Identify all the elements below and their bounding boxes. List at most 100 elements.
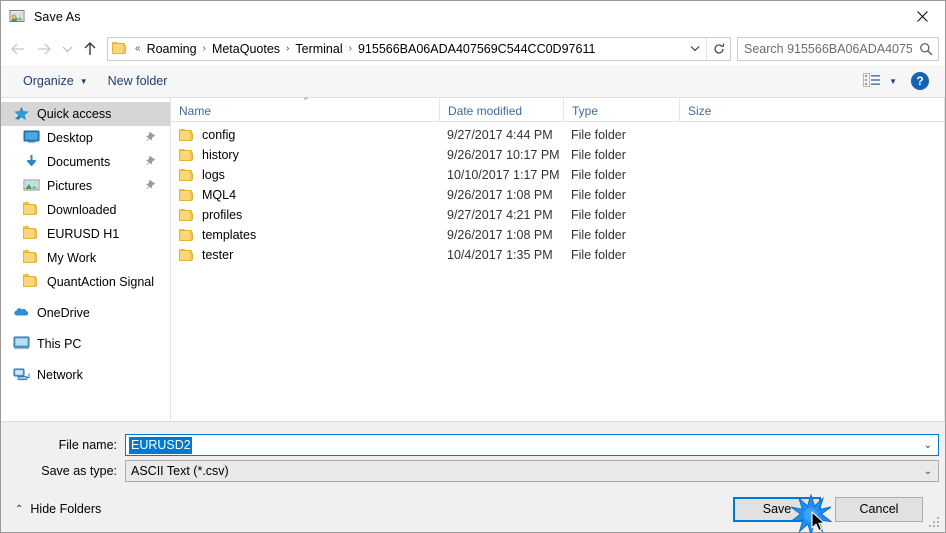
- folder-icon: [179, 128, 195, 142]
- filename-row: File name: EURUSD2 ⌄: [1, 434, 945, 456]
- breadcrumb-item-terminal[interactable]: Terminal: [292, 42, 345, 56]
- table-row[interactable]: profiles 9/27/2017 4:21 PM File folder: [171, 205, 944, 225]
- sidebar-item-documents[interactable]: Documents: [1, 150, 170, 174]
- breadcrumb-item-metaquotes[interactable]: MetaQuotes: [209, 42, 283, 56]
- column-header-size[interactable]: Size: [679, 97, 761, 121]
- chevron-down-icon[interactable]: [684, 38, 706, 60]
- type-cell: File folder: [571, 128, 626, 142]
- address-bar[interactable]: « Roaming › MetaQuotes › Terminal › 9155…: [107, 36, 731, 61]
- table-row[interactable]: logs 10/10/2017 1:17 PM File folder: [171, 165, 944, 185]
- onedrive-cloud-icon: [13, 305, 30, 321]
- file-name-cell: MQL4: [171, 188, 439, 202]
- pin-icon[interactable]: [141, 130, 157, 146]
- resize-grip[interactable]: [929, 517, 941, 529]
- table-row[interactable]: MQL4 9/26/2017 1:08 PM File folder: [171, 185, 944, 205]
- column-header-label: Type: [572, 104, 599, 118]
- chevron-down-icon[interactable]: ⌄: [924, 466, 932, 477]
- breadcrumb-overflow[interactable]: «: [132, 43, 144, 54]
- sidebar-divider: [1, 325, 170, 332]
- table-row[interactable]: history 9/26/2017 10:17 PM File folder: [171, 145, 944, 165]
- new-folder-button[interactable]: New folder: [102, 69, 174, 93]
- cancel-button[interactable]: Cancel: [835, 496, 923, 522]
- date-modified-cell: 9/26/2017 1:08 PM: [447, 188, 553, 202]
- search-box[interactable]: [737, 36, 939, 61]
- sort-ascending-icon: ⌃: [302, 96, 310, 106]
- savetype-label: Save as type:: [41, 464, 117, 478]
- sidebar-item-eurusd-h1[interactable]: EURUSD H1: [1, 222, 170, 246]
- sidebar-item-label: Desktop: [47, 131, 93, 145]
- help-button[interactable]: ?: [911, 72, 929, 90]
- table-row[interactable]: tester 10/4/2017 1:35 PM File folder: [171, 245, 944, 265]
- file-name-cell: history: [171, 148, 439, 162]
- recent-locations-button[interactable]: [57, 36, 77, 62]
- network-icon: [13, 367, 30, 383]
- chevron-down-icon: ▼: [889, 76, 897, 86]
- hide-folders-label: Hide Folders: [30, 502, 102, 516]
- search-input[interactable]: [738, 37, 914, 60]
- command-toolbar: Organize ▼ New folder ▼ ?: [1, 65, 945, 98]
- save-button[interactable]: Save: [733, 496, 821, 522]
- date-modified-cell: 10/4/2017 1:35 PM: [447, 248, 553, 262]
- pin-icon[interactable]: [141, 154, 157, 170]
- chevron-up-icon: ⌃: [15, 503, 24, 515]
- sidebar-item-quantaction-signal[interactable]: QuantAction Signal: [1, 270, 170, 294]
- file-list-pane: Name ⌃ Date modified Type Size config 9/…: [171, 97, 945, 421]
- folder-icon: [23, 274, 40, 290]
- sidebar-item-onedrive[interactable]: OneDrive: [1, 301, 170, 325]
- sidebar-item-downloaded[interactable]: Downloaded: [1, 198, 170, 222]
- hide-folders-button[interactable]: ⌃ Hide Folders: [11, 502, 101, 516]
- breadcrumb-item-roaming[interactable]: Roaming: [144, 42, 200, 56]
- file-name-label: MQL4: [202, 188, 237, 202]
- new-folder-label: New folder: [107, 74, 168, 88]
- save-form: File name: EURUSD2 ⌄ Save as type: ASCII…: [1, 421, 945, 486]
- close-button[interactable]: [899, 1, 945, 32]
- column-header-type[interactable]: Type: [563, 97, 679, 121]
- navigation-bar: « Roaming › MetaQuotes › Terminal › 9155…: [1, 32, 945, 65]
- organize-button[interactable]: Organize ▼: [17, 69, 94, 93]
- forward-button[interactable]: [31, 36, 57, 62]
- file-name-label: templates: [202, 228, 257, 242]
- breadcrumb: « Roaming › MetaQuotes › Terminal › 9155…: [132, 42, 684, 56]
- refresh-icon[interactable]: [706, 37, 730, 60]
- back-button[interactable]: [5, 36, 31, 62]
- pin-icon[interactable]: [141, 178, 157, 194]
- savetype-dropdown[interactable]: ASCII Text (*.csv) ⌄: [125, 460, 939, 482]
- sidebar-item-label: OneDrive: [37, 306, 90, 320]
- pictures-icon: [23, 178, 40, 194]
- dialog-footer: ⌃ Hide Folders Save Cancel: [1, 486, 945, 533]
- filename-input[interactable]: EURUSD2 ⌄: [125, 434, 939, 456]
- sidebar-item-label: Downloaded: [47, 203, 117, 217]
- up-button[interactable]: [77, 36, 103, 62]
- table-row[interactable]: config 9/27/2017 4:44 PM File folder: [171, 125, 944, 145]
- column-header-name[interactable]: Name ⌃: [171, 97, 439, 121]
- sidebar-item-my-work[interactable]: My Work: [1, 246, 170, 270]
- file-name-cell: templates: [171, 228, 439, 242]
- sidebar-item-label: Documents: [47, 155, 111, 169]
- date-modified-cell: 10/10/2017 1:17 PM: [447, 168, 560, 182]
- table-row[interactable]: templates 9/26/2017 1:08 PM File folder: [171, 225, 944, 245]
- sidebar-item-this-pc[interactable]: This PC: [1, 332, 170, 356]
- desktop-icon: [23, 130, 40, 146]
- breadcrumb-item-terminal-id[interactable]: 915566BA06ADA407569C544CC0D97611: [355, 42, 598, 56]
- sidebar-item-network[interactable]: Network: [1, 363, 170, 387]
- file-name-label: config: [202, 128, 236, 142]
- chevron-down-icon[interactable]: ⌄: [924, 440, 932, 451]
- view-options-button[interactable]: ▼: [859, 69, 901, 93]
- column-header-date-modified[interactable]: Date modified: [439, 97, 563, 121]
- column-header-row: Name ⌃ Date modified Type Size: [171, 97, 944, 122]
- sidebar-divider: [1, 294, 170, 301]
- sidebar-item-desktop[interactable]: Desktop: [1, 126, 170, 150]
- file-name-label: history: [202, 148, 239, 162]
- search-icon[interactable]: [914, 38, 938, 60]
- sidebar-item-label: Quick access: [37, 107, 112, 121]
- file-name-cell: profiles: [171, 208, 439, 222]
- savetype-value: ASCII Text (*.csv): [131, 464, 229, 478]
- type-cell: File folder: [571, 148, 626, 162]
- sidebar-item-quick-access[interactable]: Quick access: [1, 102, 170, 126]
- save-button-wrapper: Save: [733, 492, 833, 533]
- sidebar-item-pictures[interactable]: Pictures: [1, 174, 170, 198]
- folder-icon: [179, 168, 195, 182]
- sidebar-item-label: EURUSD H1: [47, 227, 120, 241]
- folder-icon: [23, 226, 40, 242]
- folder-icon: [23, 202, 40, 218]
